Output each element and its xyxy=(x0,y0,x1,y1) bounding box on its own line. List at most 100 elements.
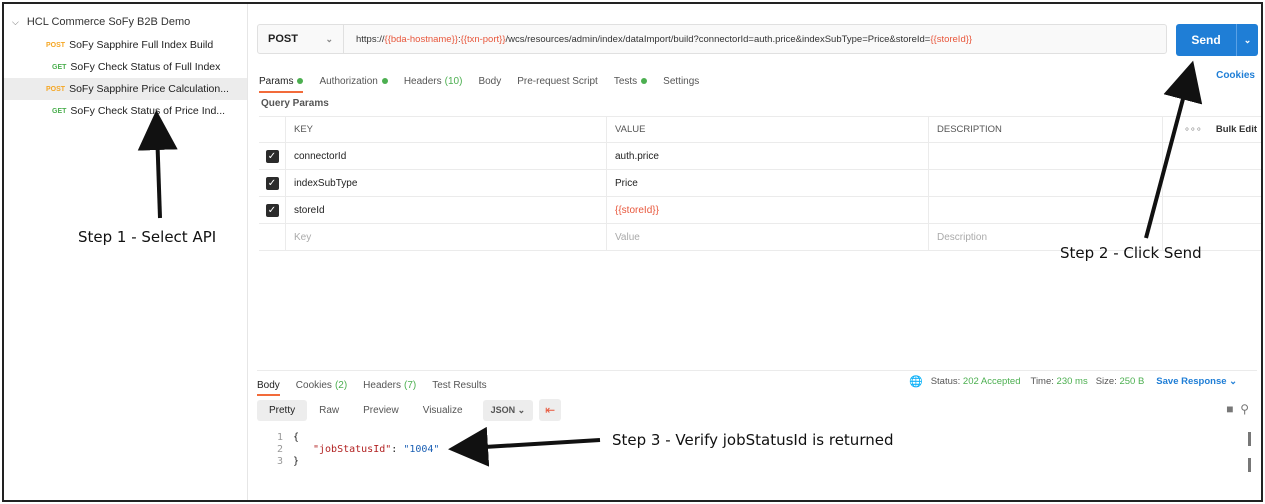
annotation-step2: Step 2 - Click Send xyxy=(1060,244,1202,262)
request-name: SoFy Check Status of Price Ind... xyxy=(70,105,226,117)
method-badge: POST xyxy=(46,41,66,49)
table-header: KEY VALUE DESCRIPTION ∘∘∘ Bulk Edit xyxy=(259,116,1261,143)
url-variable: {{txn-port}} xyxy=(460,33,506,45)
send-button[interactable]: Send ⌄ xyxy=(1176,24,1258,56)
line-number: 1 xyxy=(276,432,283,443)
view-pretty[interactable]: Pretty xyxy=(257,399,308,421)
wrap-lines-icon[interactable]: ⇤ xyxy=(539,399,562,421)
copy-icon[interactable]: ■ xyxy=(1226,402,1233,416)
response-tab-headers[interactable]: Headers (7) xyxy=(363,380,416,391)
url-input[interactable]: https://{{bda-hostname}}:{{txn-port}}/wc… xyxy=(344,34,972,45)
json-brace: { xyxy=(293,432,300,443)
value-input[interactable]: Value xyxy=(606,224,928,250)
response-time: 230 ms xyxy=(1056,376,1088,387)
param-value[interactable]: {{storeId}} xyxy=(606,197,928,223)
more-options-icon[interactable]: ∘∘∘ xyxy=(1184,124,1202,135)
json-key: "jobStatusId" xyxy=(313,444,392,455)
response-tab-test-results[interactable]: Test Results xyxy=(432,380,486,391)
response-tools: ■ ⚲ xyxy=(1226,402,1249,416)
method-select[interactable]: POST ⌄ xyxy=(258,25,344,53)
table-row: ✓ connectorId auth.price xyxy=(259,143,1261,170)
format-select[interactable]: JSON ⌄ xyxy=(482,399,534,421)
status-dot-icon xyxy=(381,78,388,84)
chevron-down-icon: ⌄ xyxy=(325,33,333,44)
scrollbar[interactable] xyxy=(1248,458,1251,472)
key-input[interactable]: Key xyxy=(285,224,606,250)
checkbox[interactable]: ✓ xyxy=(265,203,279,217)
collection-name: HCL Commerce SoFy B2B Demo xyxy=(26,16,191,28)
param-value[interactable]: Price xyxy=(606,170,928,196)
status-dot-icon xyxy=(641,78,648,84)
response-body: 1 {2 "jobStatusId": "1004" 3} xyxy=(257,432,439,468)
request-list: POST SoFy Sapphire Full Index Build GET SoF… xyxy=(4,34,247,122)
method-badge: GET xyxy=(52,63,67,71)
param-key[interactable]: indexSubType xyxy=(285,170,606,196)
column-value: VALUE xyxy=(606,117,928,142)
param-key[interactable]: connectorId xyxy=(285,143,606,169)
checkbox[interactable]: ✓ xyxy=(265,176,279,190)
globe-icon[interactable]: 🌐 xyxy=(909,375,923,388)
checkbox[interactable]: ✓ xyxy=(265,149,279,163)
json-brace: } xyxy=(293,456,300,467)
send-label: Send xyxy=(1191,33,1221,47)
status-dot-icon xyxy=(297,78,304,84)
chevron-down-icon[interactable]: ⌄ xyxy=(1236,24,1258,56)
view-raw[interactable]: Raw xyxy=(307,400,351,421)
url-bar: POST ⌄ https://{{bda-hostname}}:{{txn-po… xyxy=(257,24,1167,54)
bulk-edit-button[interactable]: Bulk Edit xyxy=(1216,124,1257,135)
tab-body[interactable]: Body xyxy=(478,76,501,87)
response-view-bar: Pretty Raw Preview Visualize JSON ⌄ ⇤ xyxy=(257,398,562,422)
table-row: ✓ indexSubType Price xyxy=(259,170,1261,197)
url-text: https:// xyxy=(356,33,385,45)
request-name: SoFy Sapphire Full Index Build xyxy=(69,39,214,51)
view-preview[interactable]: Preview xyxy=(351,400,411,421)
sidebar-request-item[interactable]: POST SoFy Sapphire Full Index Build xyxy=(4,34,247,56)
params-table: KEY VALUE DESCRIPTION ∘∘∘ Bulk Edit ✓ conn… xyxy=(259,116,1261,251)
annotation-step1: Step 1 - Select API xyxy=(78,228,217,246)
request-name: SoFy Check Status of Full Index xyxy=(70,61,221,73)
method-badge: GET xyxy=(52,107,67,115)
save-response-button[interactable]: Save Response ⌄ xyxy=(1156,376,1237,387)
url-text: /wcs/resources/admin/index/dataImport/bu… xyxy=(505,33,931,45)
column-description: DESCRIPTION xyxy=(928,117,1162,142)
view-visualize[interactable]: Visualize xyxy=(411,400,475,421)
tab-params[interactable]: Params xyxy=(259,76,304,93)
code-line: 2 "jobStatusId": "1004" xyxy=(257,444,439,456)
url-variable: {{bda-hostname}} xyxy=(384,33,458,45)
chevron-down-icon[interactable]: ⌵ xyxy=(12,17,19,28)
query-params-title: Query Params xyxy=(261,98,329,109)
sidebar-request-item[interactable]: GET SoFy Check Status of Price Ind... xyxy=(4,100,247,122)
request-tabs: Params Authorization Headers (10) Body Pr… xyxy=(259,70,1259,93)
sidebar-request-item[interactable]: POST SoFy Sapphire Price Calculation... xyxy=(4,78,247,100)
response-tab-cookies[interactable]: Cookies (2) xyxy=(296,380,347,391)
sidebar-request-item[interactable]: GET SoFy Check Status of Full Index xyxy=(4,56,247,78)
param-key[interactable]: storeId xyxy=(285,197,606,223)
url-variable: {{storeId}} xyxy=(930,33,973,45)
tab-authorization[interactable]: Authorization xyxy=(319,76,388,87)
json-value: "1004" xyxy=(403,444,440,455)
param-description[interactable] xyxy=(928,170,1162,196)
response-size: 250 B xyxy=(1119,376,1145,387)
search-icon[interactable]: ⚲ xyxy=(1240,402,1249,416)
request-name: SoFy Sapphire Price Calculation... xyxy=(69,83,229,95)
annotation-step3: Step 3 - Verify jobStatusId is returned xyxy=(612,431,894,449)
method-badge: POST xyxy=(46,85,66,93)
line-number: 3 xyxy=(276,456,283,467)
tab-headers[interactable]: Headers (10) xyxy=(404,76,463,87)
cookies-link[interactable]: Cookies xyxy=(1216,70,1255,81)
tab-settings[interactable]: Settings xyxy=(663,76,699,87)
param-description[interactable] xyxy=(928,197,1162,223)
param-value[interactable]: auth.price xyxy=(606,143,928,169)
response-tab-body[interactable]: Body xyxy=(257,380,280,396)
table-row: ✓ storeId {{storeId}} xyxy=(259,197,1261,224)
tab-tests[interactable]: Tests xyxy=(614,76,648,87)
code-line: 3} xyxy=(257,456,439,468)
tab-prerequest-script[interactable]: Pre-request Script xyxy=(517,76,598,87)
column-key: KEY xyxy=(285,117,606,142)
status-code: 202 Accepted xyxy=(962,376,1021,387)
collection-header[interactable]: ⌵ HCL Commerce SoFy B2B Demo xyxy=(4,10,247,34)
collections-sidebar: ⌵ HCL Commerce SoFy B2B Demo POST SoFy Sa… xyxy=(4,4,248,500)
param-description[interactable] xyxy=(928,143,1162,169)
method-label: POST xyxy=(268,33,298,45)
scrollbar[interactable] xyxy=(1248,432,1251,446)
